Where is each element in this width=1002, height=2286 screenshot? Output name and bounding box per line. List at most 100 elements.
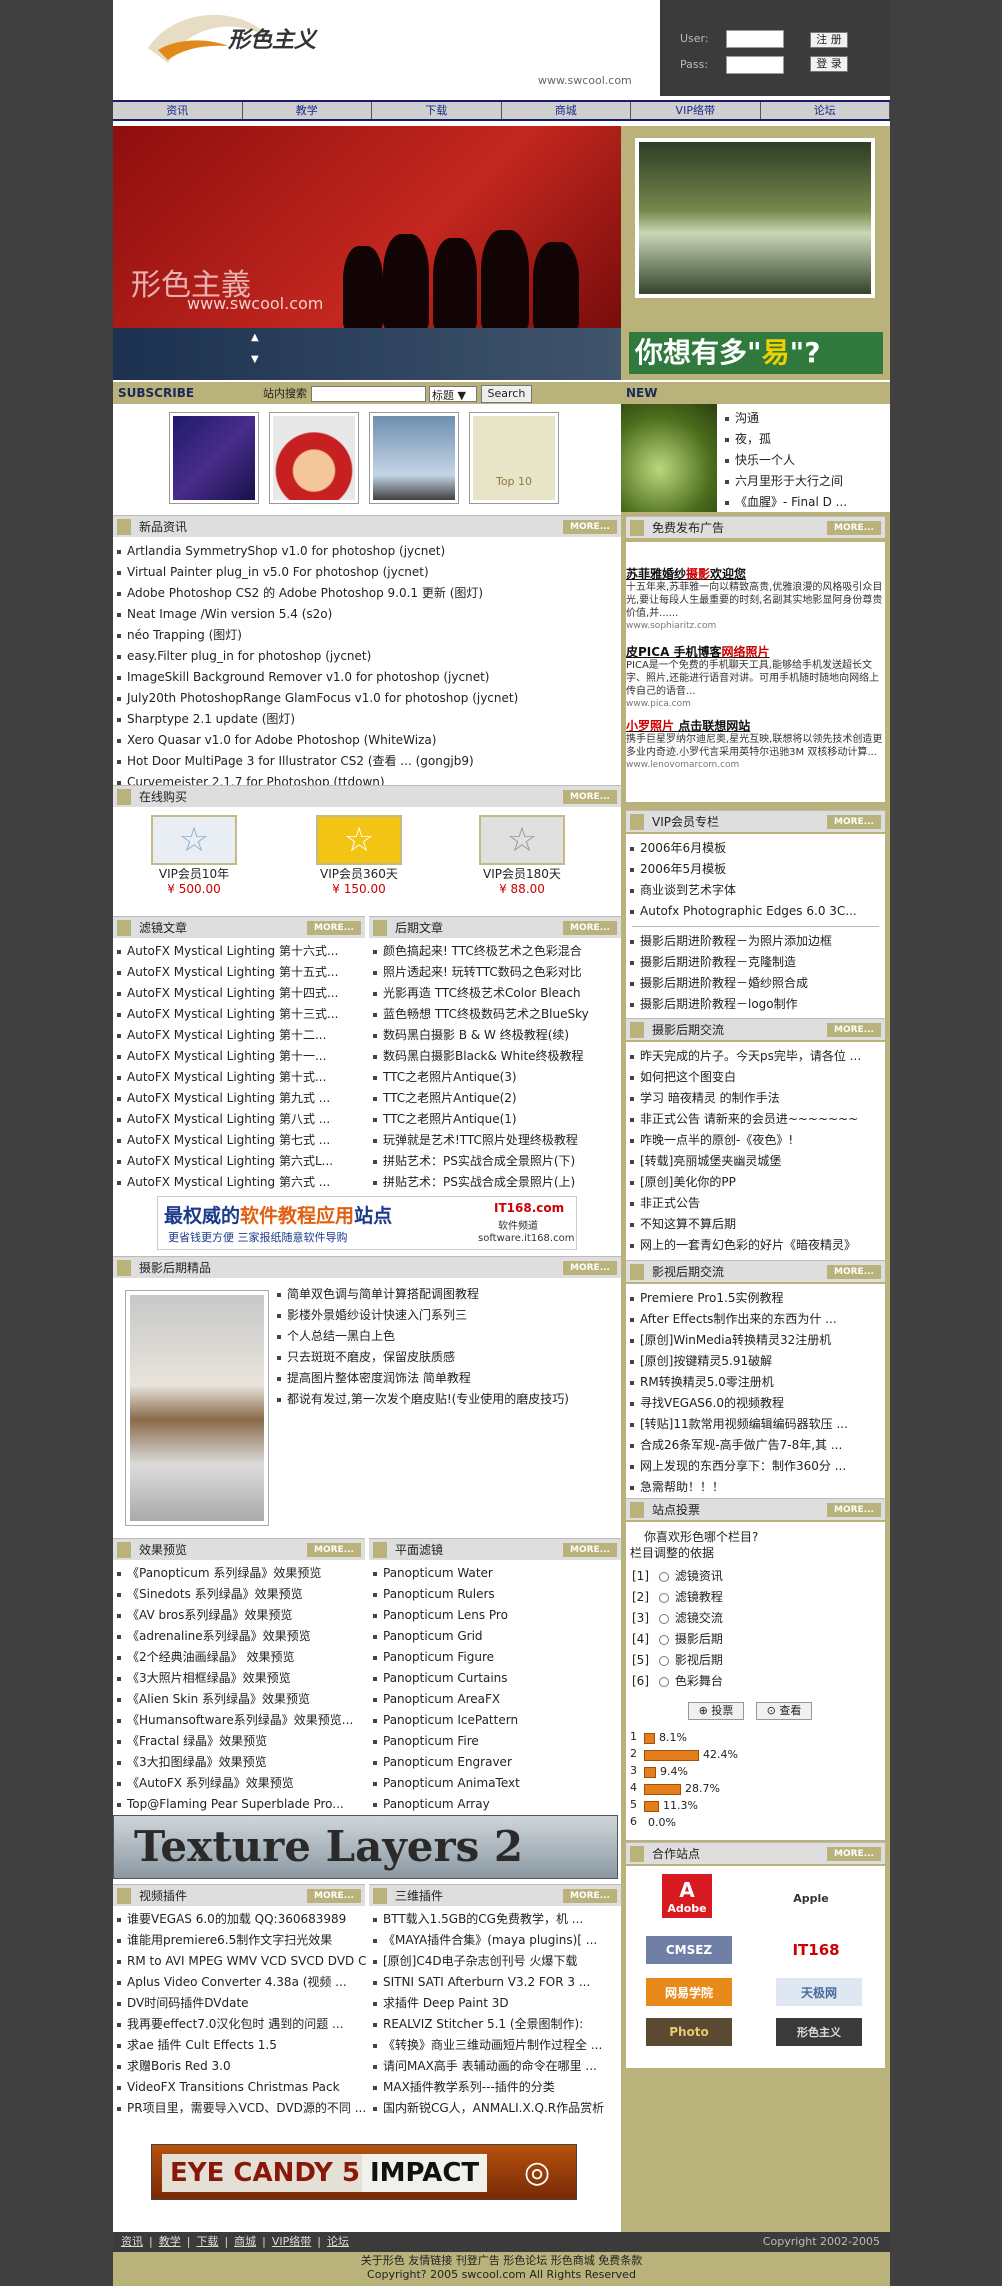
it168-ad[interactable]: 最权威的软件教程应用站点 更省钱更方便 三家报纸随意软件导购 IT168.com… <box>157 1196 577 1250</box>
list-item[interactable]: 《Fractal 绿晶》效果预览 <box>113 1731 367 1752</box>
more-button[interactable]: MORE... <box>827 1023 881 1037</box>
list-item[interactable]: VideoFX Transitions Christmas Pack <box>113 2077 367 2098</box>
thumb-1[interactable] <box>169 412 259 504</box>
list-item[interactable]: Sharptype 2.1 update (图灯) <box>113 709 621 730</box>
list-item[interactable]: 《Humansoftware系列绿晶》效果预览... <box>113 1710 367 1731</box>
list-item[interactable]: AutoFX Mystical Lighting 第十六式... <box>113 941 367 962</box>
list-item[interactable]: [转贴]11款常用视频编辑编码器软压 ... <box>626 1414 885 1435</box>
password-input[interactable] <box>726 56 784 74</box>
list-item[interactable]: 《adrenaline系列绿晶》效果预览 <box>113 1626 367 1647</box>
texture-layers-ad[interactable]: Texture Layers 2 <box>113 1815 618 1879</box>
list-item[interactable]: 学习 暗夜精灵 的制作手法 <box>626 1088 885 1109</box>
radio-icon[interactable] <box>658 1655 669 1666</box>
list-item[interactable]: 网上发现的东西分享下：制作360分 ... <box>626 1456 885 1477</box>
list-item[interactable]: 网上的一套青幻色彩的好片《暗夜精灵》 <box>626 1235 885 1256</box>
view-results-button[interactable]: ⊙ 查看 <box>756 1702 812 1720</box>
girl-photo[interactable] <box>125 1290 269 1526</box>
eye-candy-ad[interactable]: EYE CANDY 5 IMPACT ◎ <box>151 2144 577 2200</box>
adobe-logo-icon[interactable]: A Adobe <box>662 1874 712 1918</box>
list-item[interactable]: SITNI SATI Afterburn V3.2 FOR 3 ... <box>369 1972 621 1993</box>
list-item[interactable]: AutoFX Mystical Lighting 第十三式... <box>113 1004 367 1025</box>
list-item[interactable]: 国内新锐CG人，ANMALI.X.Q.R作品赏析 <box>369 2098 621 2119</box>
user-input[interactable] <box>726 30 784 48</box>
list-item[interactable]: 谁要VEGAS 6.0的加载 QQ:360683989 <box>113 1909 367 1930</box>
list-item[interactable]: Panopticum Engraver <box>369 1752 621 1773</box>
poll-option[interactable]: [2] 滤镜教程 <box>632 1587 872 1608</box>
radio-icon[interactable] <box>658 1613 669 1624</box>
list-item[interactable]: Panopticum Lens Pro <box>369 1605 621 1626</box>
more-button[interactable]: MORE... <box>563 1543 617 1557</box>
footer-nav-item[interactable]: 下载 <box>196 2235 218 2248</box>
scroll-down-icon[interactable]: ▼ <box>251 354 259 365</box>
search-type-select[interactable]: 标题 ▼ <box>429 386 477 402</box>
list-item[interactable]: Artlandia SymmetryShop v1.0 for photosho… <box>113 541 621 562</box>
more-button[interactable]: MORE... <box>563 520 617 534</box>
list-item[interactable]: AutoFX Mystical Lighting 第九式 ... <box>113 1088 367 1109</box>
list-item[interactable]: 不知这算不算后期 <box>626 1214 885 1235</box>
list-item[interactable]: Panopticum Rulers <box>369 1584 621 1605</box>
featured-photo[interactable] <box>635 138 875 298</box>
list-item[interactable]: [原创]C4D电子杂志创刊号 火爆下载 <box>369 1951 621 1972</box>
list-item[interactable]: Panopticum Fire <box>369 1731 621 1752</box>
radio-icon[interactable] <box>658 1634 669 1645</box>
list-item[interactable]: 求插件 Deep Paint 3D <box>369 1993 621 2014</box>
list-item[interactable]: 《2个经典油画绿晶》 效果预览 <box>113 1647 367 1668</box>
ad-item-2[interactable]: 皮PICA 手机博客网络照片 PICA是一个免费的手机聊天工具,能够给手机发送超… <box>626 646 884 711</box>
list-item[interactable]: 只去斑斑不磨皮，保留皮肤质感 <box>273 1347 619 1368</box>
list-item[interactable]: [原创]按键精灵5.91破解 <box>626 1351 885 1372</box>
more-button[interactable]: MORE... <box>827 521 881 535</box>
more-button[interactable]: MORE... <box>827 1503 881 1517</box>
nav-item-shop[interactable]: 商城 <box>501 102 631 119</box>
poll-option[interactable]: [3] 滤镜交流 <box>632 1608 872 1629</box>
nav-item-teach[interactable]: 教学 <box>242 102 372 119</box>
list-item[interactable]: 个人总结一黑白上色 <box>273 1326 619 1347</box>
list-item[interactable]: Neat Image /Win version 5.4 (s2o) <box>113 604 621 625</box>
list-item[interactable]: 合成26条军规-高手做广告7-8年,其 ... <box>626 1435 885 1456</box>
list-item[interactable]: [原创]美化你的PP <box>626 1172 885 1193</box>
list-item[interactable]: 我再要effect7.0汉化包时 遇到的问题 ... <box>113 2014 367 2035</box>
list-item[interactable]: 沟通 <box>721 408 886 429</box>
list-item[interactable]: July20th PhotoshopRange GlamFocus v1.0 f… <box>113 688 621 709</box>
list-item[interactable]: 蓝色畅想 TTC终极数码艺术之BlueSky <box>369 1004 621 1025</box>
more-button[interactable]: MORE... <box>827 815 881 829</box>
search-button[interactable]: Search <box>480 385 533 403</box>
footer-nav-item[interactable]: 论坛 <box>327 2235 349 2248</box>
more-button[interactable]: MORE... <box>827 1265 881 1279</box>
list-item[interactable]: 急需帮助！！！ <box>626 1477 885 1498</box>
login-button[interactable]: 登 录 <box>810 56 848 72</box>
list-item[interactable]: 摄影后期进阶教程－logo制作 <box>626 994 885 1015</box>
slogan-ad[interactable]: 你想有多"易"? <box>629 332 883 374</box>
list-item[interactable]: [转载]亮丽城堡夹幽灵城堡 <box>626 1151 885 1172</box>
list-item[interactable]: RM to AVI MPEG WMV VCD SVCD DVD C ... <box>113 1951 367 1972</box>
ad-item-3[interactable]: 小罗照片 点击联想网站 携手巨星罗纳尔迪尼奥,星光互映,联想将以领先技术创造更多… <box>626 720 884 772</box>
list-item[interactable]: 简单双色调与简单计算搭配调图教程 <box>273 1284 619 1305</box>
list-item[interactable]: Panopticum Figure <box>369 1647 621 1668</box>
poll-option[interactable]: [1] 滤镜资讯 <box>632 1566 872 1587</box>
list-item[interactable]: 《3大扣图绿晶》效果预览 <box>113 1752 367 1773</box>
list-item[interactable]: Panopticum Curtains <box>369 1668 621 1689</box>
list-item[interactable]: Aplus Video Converter 4.38a (视频 ... <box>113 1972 367 1993</box>
list-item[interactable]: MAX插件教学系列---插件的分类 <box>369 2077 621 2098</box>
list-item[interactable]: Panopticum AreaFX <box>369 1689 621 1710</box>
list-item[interactable]: 快乐一个人 <box>721 450 886 471</box>
list-item[interactable]: 摄影后期进阶教程－克隆制造 <box>626 952 885 973</box>
list-item[interactable]: ImageSkill Background Remover v1.0 for p… <box>113 667 621 688</box>
list-item[interactable]: After Effects制作出来的东西为什 ... <box>626 1309 885 1330</box>
list-item[interactable]: Panopticum Water <box>369 1563 621 1584</box>
list-item[interactable]: Panopticum AnimaText <box>369 1773 621 1794</box>
list-item[interactable]: AutoFX Mystical Lighting 第六式L... <box>113 1151 367 1172</box>
photo-logo-icon[interactable]: Photo <box>646 2018 732 2046</box>
list-item[interactable]: 提高图片整体密度润饰法 简单教程 <box>273 1368 619 1389</box>
list-item[interactable]: 拼贴艺术：PS实战合成全景照片(上) <box>369 1172 621 1193</box>
list-item[interactable]: RM转换精灵5.0零注册机 <box>626 1372 885 1393</box>
list-item[interactable]: Panopticum IcePattern <box>369 1710 621 1731</box>
list-item[interactable]: Adobe Photoshop CS2 的 Adobe Photoshop 9.… <box>113 583 621 604</box>
list-item[interactable]: 数码黑白摄影 B & W 终极教程(续) <box>369 1025 621 1046</box>
it168-logo-icon[interactable]: IT168 <box>776 1936 856 1964</box>
nav-item-download[interactable]: 下载 <box>372 102 502 119</box>
poll-option[interactable]: [5] 影视后期 <box>632 1650 872 1671</box>
list-item[interactable]: AutoFX Mystical Lighting 第十式... <box>113 1067 367 1088</box>
poll-option[interactable]: [4] 摄影后期 <box>632 1629 872 1650</box>
list-item[interactable]: 寻找VEGAS6.0的视频教程 <box>626 1393 885 1414</box>
footer-nav-item[interactable]: 资讯 <box>121 2235 143 2248</box>
